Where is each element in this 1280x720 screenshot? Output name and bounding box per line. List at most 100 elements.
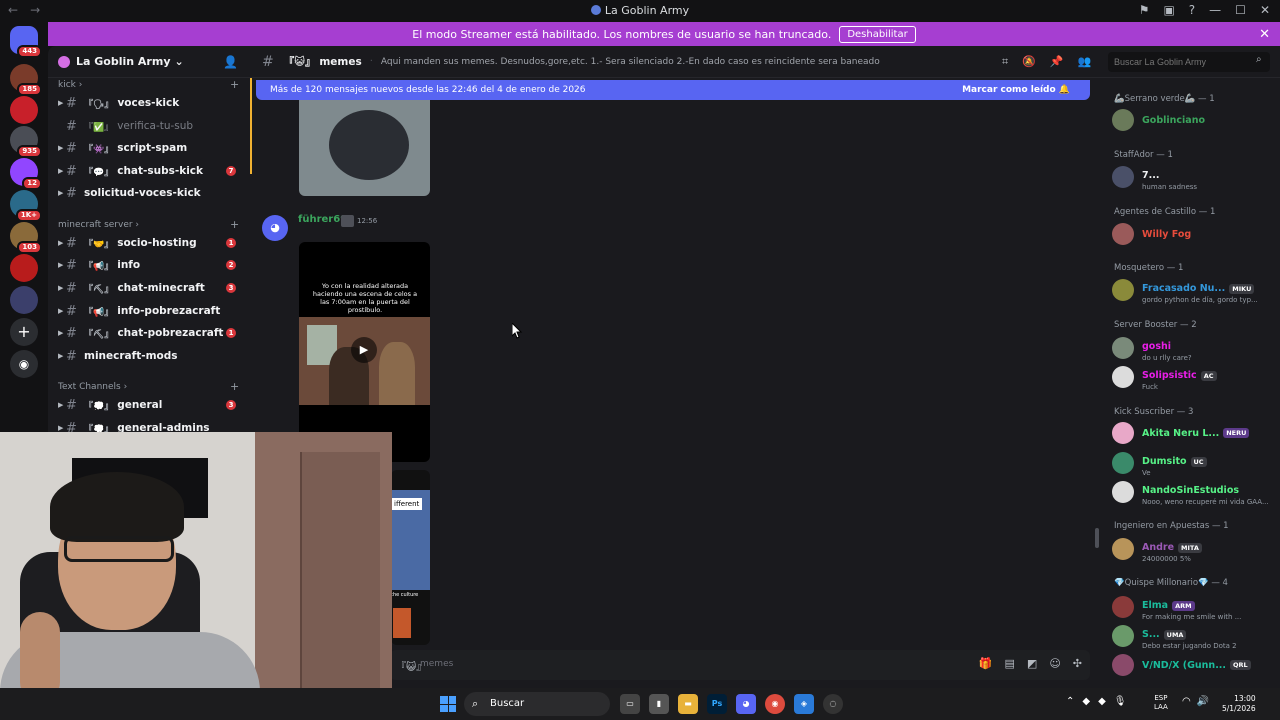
help-icon[interactable]: ?: [1189, 3, 1195, 17]
channel-voces-kick[interactable]: ▶ # 『🗣』 voces-kick: [58, 93, 242, 113]
server-icon-8[interactable]: [10, 286, 38, 314]
member-list: 🦾Serrano verde🦾 — 1 Goblinciano StaffAdo…: [1100, 78, 1280, 688]
inbox-icon[interactable]: ⚑: [1139, 3, 1150, 17]
message-input[interactable]: 『😺』 memes 🎁 ▤ ◩ ☺ ✣: [390, 650, 1090, 680]
app-icon[interactable]: ◈: [794, 694, 814, 714]
guild-icon: [58, 55, 70, 68]
input-language[interactable]: ESP LAA: [1154, 694, 1168, 712]
category-text-channels[interactable]: Text Channels › +: [58, 380, 239, 393]
threads-icon[interactable]: ⌗: [1002, 55, 1008, 69]
channel-info-pobrezacraft[interactable]: ▶ # 『📢』 info-pobrezacraft: [58, 301, 242, 321]
avatar[interactable]: ◕: [262, 215, 288, 241]
message-image[interactable]: [299, 100, 430, 196]
taskbar-clock[interactable]: 13:00 5/1/2026: [1222, 694, 1256, 714]
member-item[interactable]: Willy Fog: [1112, 221, 1274, 247]
app-icon[interactable]: ◌: [823, 694, 843, 714]
status-icons[interactable]: ◠ 🔊: [1182, 696, 1209, 707]
play-icon[interactable]: ▶: [351, 337, 377, 363]
server-icon-7[interactable]: [10, 254, 38, 282]
message-video[interactable]: Yo con la realidad alterada haciendo una…: [299, 242, 430, 462]
discord-icon[interactable]: ◕: [736, 694, 756, 714]
server-icon-5[interactable]: 1K+: [10, 190, 42, 222]
chrome-icon[interactable]: ◉: [765, 694, 785, 714]
maximize-icon[interactable]: ☐: [1235, 3, 1246, 17]
channel-chat-pobrezacraft[interactable]: ▶ # 『⛏』 chat-pobrezacraft 1: [58, 323, 242, 343]
channel-verifica-tu-sub[interactable]: # 『✅』 verifica-tu-sub: [58, 116, 242, 136]
add-channel-icon[interactable]: +: [230, 218, 239, 231]
member-item[interactable]: goshi do u rlly care?: [1108, 334, 1274, 362]
mouse-cursor-shape: [511, 321, 523, 339]
member-item[interactable]: NandoSinEstudios Nooo, weno recuperé mi v…: [1112, 479, 1274, 506]
message-author[interactable]: führer69: [298, 214, 347, 225]
member-item[interactable]: 7... human sadness: [1112, 164, 1274, 191]
photoshop-icon[interactable]: Ps: [707, 694, 727, 714]
channel-emoji: 『⛏』: [84, 284, 114, 295]
server-icon-1[interactable]: 185: [10, 64, 42, 96]
tray-app-icon[interactable]: ◆: [1082, 696, 1090, 707]
gift-icon[interactable]: 🎁: [979, 657, 993, 670]
taskbar-search[interactable]: ⌕ Buscar: [464, 692, 610, 716]
scrollbar[interactable]: [1095, 528, 1099, 548]
server-badge: 103: [17, 241, 42, 254]
channel-topic[interactable]: Aqui manden sus memes. Desnudos,gore,etc…: [381, 57, 880, 67]
server-icon-3[interactable]: 935: [10, 126, 42, 158]
home-button[interactable]: 443: [10, 26, 42, 58]
new-messages-bar[interactable]: Más de 120 mensajes nuevos desde las 22:…: [256, 80, 1090, 100]
app-icon[interactable]: ▮: [649, 694, 669, 714]
twitch-server-icon[interactable]: 12: [10, 158, 42, 190]
channel-solicitud-voces-kick[interactable]: ▶ # solicitud-voces-kick: [58, 183, 242, 203]
task-view-icon[interactable]: ▭: [620, 694, 640, 714]
close-banner-icon[interactable]: ✕: [1259, 27, 1270, 42]
microphone-icon[interactable]: 🎙: [1114, 696, 1127, 707]
gif-icon[interactable]: ▤: [1005, 657, 1015, 670]
hash-icon: #: [66, 140, 77, 156]
server-icon-2[interactable]: [10, 96, 38, 124]
guild-header[interactable]: La Goblin Army ⌄ 👤: [48, 46, 250, 78]
minimize-icon[interactable]: —: [1209, 3, 1221, 17]
member-item[interactable]: V/ND/X (Gunn... QRL: [1108, 651, 1274, 679]
channel-general[interactable]: ▶ # 『💭』 general 3: [58, 395, 242, 415]
language-label: ESP: [1154, 694, 1168, 702]
member-item[interactable]: Fracasado Nu... MIKU gordo python de día, …: [1112, 277, 1274, 304]
member-item[interactable]: Dumsito UC Ve: [1112, 450, 1274, 477]
channel-socio-hosting[interactable]: ▶ # 『🤝』 socio-hosting 1: [58, 233, 242, 253]
search-input[interactable]: [1108, 52, 1270, 72]
invite-icon[interactable]: 👤: [223, 55, 238, 69]
windows-start-icon[interactable]: [440, 696, 456, 712]
member-item[interactable]: Solipsistic AC Fuck: [1112, 364, 1274, 391]
member-item[interactable]: S... UMA Debo estar jugando Dota 2: [1108, 622, 1274, 650]
close-icon[interactable]: ✕: [1260, 3, 1270, 17]
server-icon-6[interactable]: 103: [10, 222, 42, 254]
tray-app-icon[interactable]: ◆: [1098, 696, 1106, 707]
notification-bell-icon[interactable]: 🔕: [1022, 55, 1036, 69]
member-item[interactable]: Akita Neru L... NERU: [1108, 419, 1274, 447]
member-item[interactable]: Goblinciano: [1112, 107, 1274, 133]
screen-icon[interactable]: ▣: [1163, 3, 1174, 17]
message-image[interactable]: ifferent the culture: [391, 470, 430, 645]
member-item[interactable]: Andre MITA 24000000 5%: [1112, 536, 1274, 563]
member-status: gordo python de día, gordo typ...: [1142, 296, 1258, 304]
file-explorer-icon[interactable]: ▬: [678, 694, 698, 714]
category-kick[interactable]: kick › +: [58, 78, 239, 91]
pin-icon[interactable]: 📌: [1050, 55, 1064, 69]
add-channel-icon[interactable]: +: [230, 78, 239, 91]
channel-script-spam[interactable]: ▶ # 『👾』 script-spam: [58, 138, 242, 158]
member-item[interactable]: Elma ARM For making me smile with ...: [1108, 593, 1274, 621]
mark-as-read-button[interactable]: Marcar como leído 🔔: [962, 85, 1070, 95]
disable-streamer-button[interactable]: Deshabilitar: [839, 25, 916, 43]
discover-icon[interactable]: ◉: [10, 350, 38, 378]
channel-name: general: [117, 399, 163, 411]
chevron-up-icon[interactable]: ⌃: [1066, 696, 1074, 707]
channel-minecraft-mods[interactable]: ▶ # minecraft-mods: [58, 346, 242, 366]
add-channel-icon[interactable]: +: [230, 380, 239, 393]
channel-info[interactable]: ▶ # 『📢』 info 2: [58, 255, 242, 275]
apps-icon[interactable]: ✣: [1073, 657, 1082, 670]
sticker-icon[interactable]: ◩: [1027, 657, 1037, 670]
emoji-icon[interactable]: ☺: [1049, 657, 1060, 670]
wifi-icon: ◠: [1182, 696, 1191, 707]
member-list-icon[interactable]: 👥: [1078, 55, 1092, 69]
channel-chat-minecraft[interactable]: ▶ # 『⛏』 chat-minecraft 3: [58, 278, 242, 298]
category-minecraft-server[interactable]: minecraft server › +: [58, 218, 239, 231]
add-server-icon[interactable]: +: [10, 318, 38, 346]
channel-chat-subs-kick[interactable]: ▶ # 『💬』 chat-subs-kick 7: [58, 161, 242, 181]
